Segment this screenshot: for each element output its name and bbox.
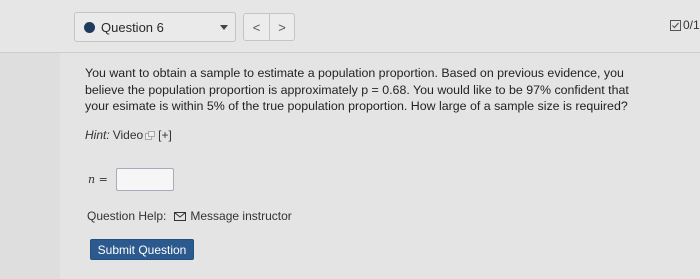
next-question-button[interactable]: > <box>268 14 294 40</box>
submit-question-button[interactable]: Submit Question <box>90 239 194 260</box>
question-pager: < > <box>243 13 295 41</box>
question-status-dot <box>84 21 95 33</box>
score-checkbox-icon <box>670 19 681 31</box>
score-value: 0/1 <box>683 18 700 32</box>
dropdown-caret-icon <box>220 25 228 30</box>
question-selector-label: Question 6 <box>101 19 164 35</box>
question-nav-bar: Question 6 < > 0/1 <box>0 0 700 52</box>
envelope-icon <box>174 211 187 221</box>
hint-expand-toggle[interactable]: [+] <box>158 128 172 142</box>
question-help-row: Question Help: Message instructor <box>87 209 292 223</box>
hint-row: Hint: Video [+] <box>85 128 172 142</box>
question-text: You want to obtain a sample to estimate … <box>85 66 629 113</box>
question-selector[interactable]: Question 6 <box>74 12 236 42</box>
external-link-icon <box>145 130 156 140</box>
hint-label: Hint: <box>85 128 110 142</box>
previous-question-button[interactable]: < <box>244 14 269 40</box>
score-display: 0/1 <box>670 18 700 32</box>
answer-input[interactable] <box>115 168 174 191</box>
hint-video-link[interactable]: Video <box>113 128 143 142</box>
message-instructor-link[interactable]: Message instructor <box>190 209 291 223</box>
question-help-label: Question Help: <box>87 209 167 223</box>
answer-label: n = <box>88 173 108 186</box>
answer-row: n = <box>88 168 174 191</box>
